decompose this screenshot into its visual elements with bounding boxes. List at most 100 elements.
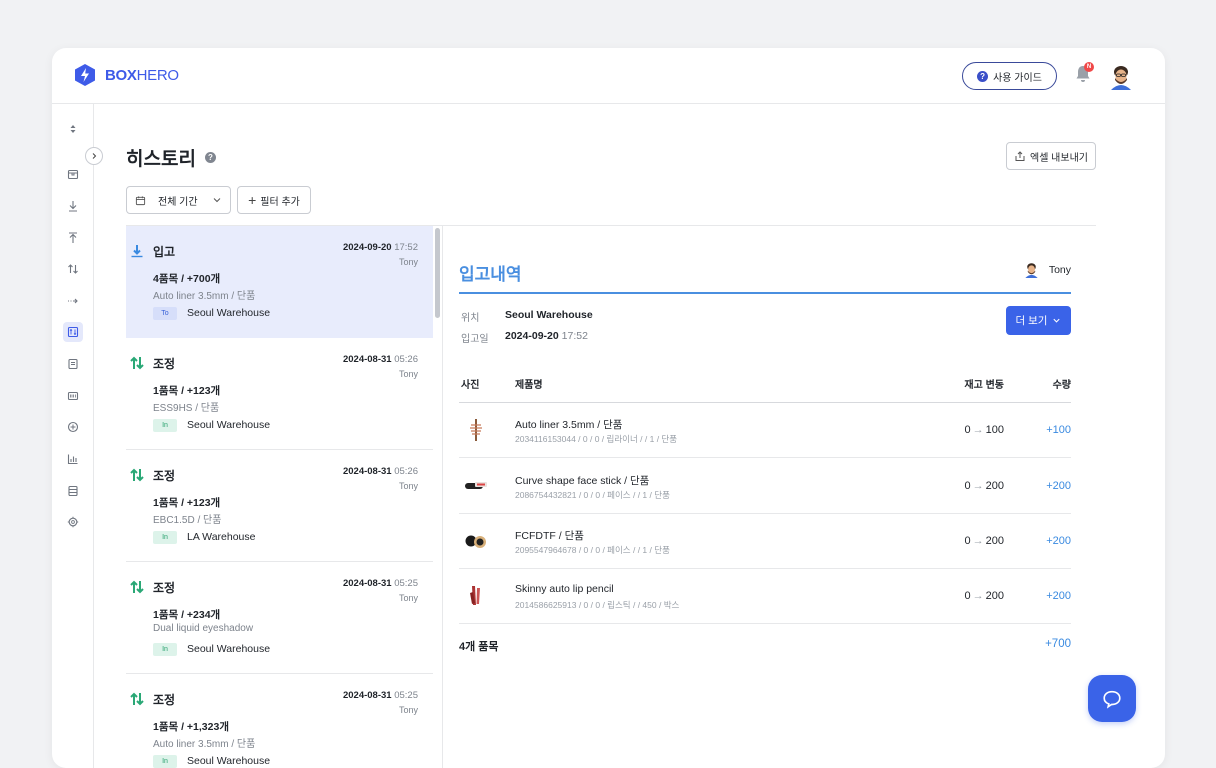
product-name: FCFDTF / 단품 xyxy=(515,530,584,542)
arrow-right-icon: → xyxy=(972,424,984,436)
arrow-right-icon: → xyxy=(972,590,984,602)
adjust-icon[interactable] xyxy=(63,259,83,279)
stock-from: 0 xyxy=(964,424,971,436)
list-scrollbar[interactable] xyxy=(435,228,440,318)
history-item[interactable]: 조정 2024-08-31 05:25 Tony 1품목 / +234개 Dua… xyxy=(126,562,433,674)
product-thumbnail xyxy=(465,482,487,489)
page-title-text: 히스토리 xyxy=(126,149,196,170)
plus-icon: + xyxy=(248,192,257,208)
table-row[interactable]: Skinny auto lip pencil 2014586625913 / 0… xyxy=(459,569,1071,624)
list-icon[interactable] xyxy=(63,481,83,501)
help-icon[interactable]: ? xyxy=(204,152,216,163)
history-type: 입고 xyxy=(153,245,176,259)
user-avatar[interactable] xyxy=(1109,64,1133,90)
quantity: +100 xyxy=(1046,424,1071,436)
date-label: 입고일 xyxy=(461,334,489,345)
table-row[interactable]: Auto liner 3.5mm / 단품 2034116153044 / 0 … xyxy=(459,403,1071,458)
location-label: 위치 xyxy=(461,313,480,324)
history-date: 2024-08-31 05:26 xyxy=(343,354,418,365)
app-logo[interactable]: BOXHERO xyxy=(74,63,179,87)
chat-support-button[interactable] xyxy=(1088,675,1136,722)
history-item[interactable]: 조정 2024-08-31 05:26 Tony 1품목 / +123개 EBC… xyxy=(126,450,433,562)
stock-in-icon xyxy=(131,245,143,258)
history-product: ESS9HS / 단품 xyxy=(153,403,220,414)
history-date-value: 2024-08-31 xyxy=(342,578,392,589)
adjust-icon xyxy=(130,468,144,482)
history-date-value: 2024-08-31 xyxy=(342,690,392,701)
product-info: 2014586625913 / 0 / 0 / 립스틱 / / 450 / 박스 xyxy=(515,600,680,610)
location-tag: In xyxy=(153,531,177,544)
column-header-qty: 수량 xyxy=(1052,380,1071,391)
sidebar-expand-button[interactable] xyxy=(85,147,103,165)
product-name: Auto liner 3.5mm / 단품 xyxy=(515,419,623,431)
more-button[interactable]: 더 보기 xyxy=(1006,306,1071,335)
stock-change: 0 → 100 xyxy=(965,424,1004,436)
location-selector-icon[interactable] xyxy=(63,119,83,139)
history-summary: 1품목 / +234개 xyxy=(153,609,221,621)
app-window: BOXHERO ? 사용 가이드 N 히스토리 ? 엑셀 내보내기 전체 기간 … xyxy=(52,48,1165,768)
history-date: 2024-08-31 05:25 xyxy=(343,690,418,701)
detail-user: Tony xyxy=(1024,262,1071,278)
detail-title-underline xyxy=(459,292,1071,294)
add-filter-button[interactable]: + 필터 추가 xyxy=(237,186,311,214)
box-icon[interactable] xyxy=(63,164,83,184)
date-value-time: 17:52 xyxy=(561,330,588,342)
history-type: 조정 xyxy=(153,693,176,707)
history-item[interactable]: 입고 2024-09-20 17:52 Tony 4품목 / +700개 Aut… xyxy=(126,226,433,338)
history-user: Tony xyxy=(398,257,418,267)
product-thumbnail xyxy=(470,586,480,605)
history-summary: 1품목 / +1,323개 xyxy=(153,721,229,733)
document-icon[interactable] xyxy=(63,354,83,374)
stock-to: 200 xyxy=(985,480,1004,492)
history-list[interactable]: 입고 2024-09-20 17:52 Tony 4품목 / +700개 Aut… xyxy=(126,226,442,768)
add-icon[interactable] xyxy=(63,417,83,437)
notification-bell-icon[interactable]: N xyxy=(1074,62,1094,84)
history-date: 2024-08-31 05:26 xyxy=(343,466,418,477)
history-warehouse: Seoul Warehouse xyxy=(187,307,271,319)
top-bar: BOXHERO ? 사용 가이드 N xyxy=(52,48,1165,104)
stock-in-icon[interactable] xyxy=(63,196,83,216)
history-summary: 1품목 / +123개 xyxy=(153,497,221,509)
history-item[interactable]: 조정 2024-08-31 05:25 Tony 1품목 / +1,323개 A… xyxy=(126,674,433,768)
history-product: EBC1.5D / 단품 xyxy=(153,515,222,526)
history-icon[interactable] xyxy=(63,322,83,342)
add-filter-label: 필터 추가 xyxy=(260,196,300,208)
export-excel-button[interactable]: 엑셀 내보내기 xyxy=(1006,142,1096,170)
history-user: Tony xyxy=(398,705,418,715)
user-guide-button[interactable]: ? 사용 가이드 xyxy=(962,62,1057,90)
quantity: +200 xyxy=(1046,590,1071,602)
logo-text-bold: BOX xyxy=(105,66,137,84)
period-filter-dropdown[interactable]: 전체 기간 xyxy=(126,186,231,214)
export-icon xyxy=(1015,151,1025,161)
more-button-label: 더 보기 xyxy=(1015,315,1048,327)
date-value-date: 2024-09-20 xyxy=(505,330,559,342)
stock-out-icon[interactable] xyxy=(63,228,83,248)
history-warehouse: Seoul Warehouse xyxy=(187,643,271,655)
history-user: Tony xyxy=(398,593,418,603)
chevron-down-icon xyxy=(213,198,221,203)
adjust-icon xyxy=(130,580,144,594)
history-type: 조정 xyxy=(153,357,176,371)
calendar-icon xyxy=(135,195,146,205)
stock-to: 200 xyxy=(985,590,1004,602)
column-header-name: 제품명 xyxy=(515,380,543,391)
history-time: 05:25 xyxy=(394,578,418,589)
adjust-icon xyxy=(130,692,144,706)
settings-icon[interactable] xyxy=(63,512,83,532)
history-date: 2024-08-31 05:25 xyxy=(343,578,418,589)
history-product: Dual liquid eyeshadow xyxy=(153,623,254,634)
column-header-photo: 사진 xyxy=(461,380,480,391)
history-date: 2024-09-20 17:52 xyxy=(343,242,418,253)
history-time: 05:26 xyxy=(394,354,418,365)
product-thumbnail xyxy=(465,535,486,548)
user-guide-label: 사용 가이드 xyxy=(993,72,1042,84)
table-row[interactable]: FCFDTF / 단품 2095547964678 / 0 / 0 / 페이스 … xyxy=(459,514,1071,569)
barcode-icon[interactable] xyxy=(63,386,83,406)
stock-change: 0 → 200 xyxy=(965,480,1004,492)
move-icon[interactable] xyxy=(63,291,83,311)
location-tag: To xyxy=(153,307,177,320)
table-row[interactable]: Curve shape face stick / 단품 208675443282… xyxy=(459,459,1071,514)
chart-icon[interactable] xyxy=(63,449,83,469)
history-item[interactable]: 조정 2024-08-31 05:26 Tony 1품목 / +123개 ESS… xyxy=(126,338,433,450)
location-tag: In xyxy=(153,755,177,768)
